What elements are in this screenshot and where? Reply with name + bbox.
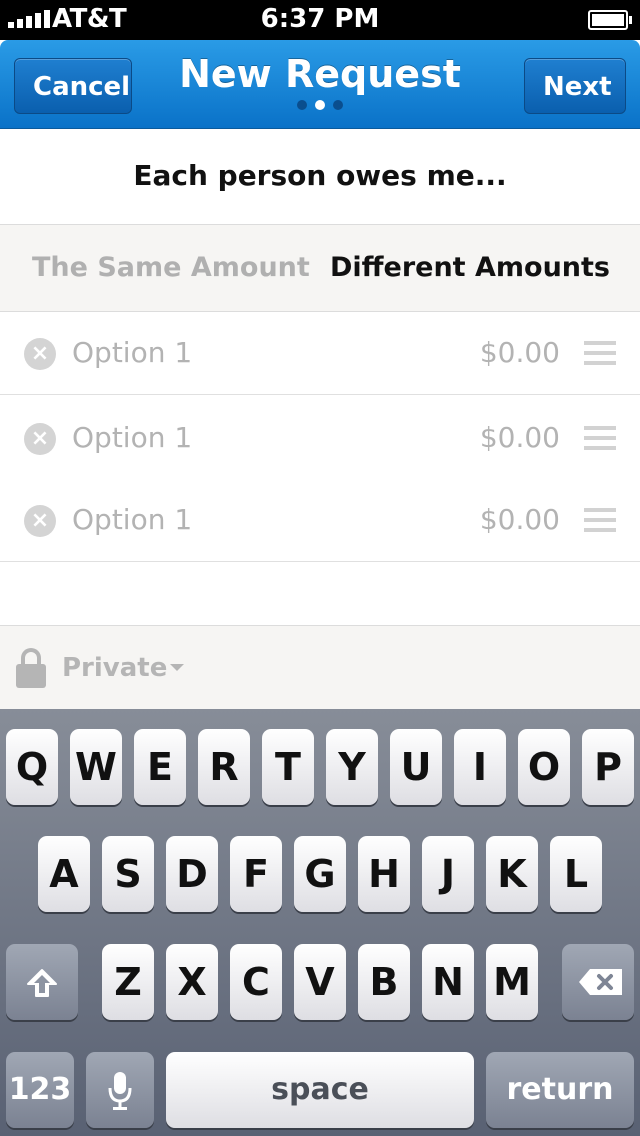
option-row: × Option 1 $0.00	[0, 479, 640, 562]
key-d[interactable]: D	[166, 836, 218, 912]
key-v[interactable]: V	[294, 944, 346, 1020]
key-s[interactable]: S	[102, 836, 154, 912]
privacy-dropdown[interactable]: Private	[62, 626, 167, 710]
lock-icon	[16, 648, 46, 688]
chevron-down-icon[interactable]	[170, 664, 184, 671]
remove-icon[interactable]: ×	[24, 505, 56, 537]
page-dot	[297, 100, 307, 110]
key-k[interactable]: K	[486, 836, 538, 912]
option-amount-input[interactable]: $0.00	[480, 312, 560, 394]
option-amount-input[interactable]: $0.00	[480, 397, 560, 479]
remove-icon[interactable]: ×	[24, 338, 56, 370]
option-name-input[interactable]: Option 1	[72, 397, 192, 479]
key-t[interactable]: T	[262, 729, 314, 805]
drag-handle-icon[interactable]	[584, 341, 616, 365]
key-n[interactable]: N	[422, 944, 474, 1020]
battery-icon	[588, 10, 632, 30]
drag-handle-icon[interactable]	[584, 508, 616, 532]
option-name-input[interactable]: Option 1	[72, 312, 192, 394]
key-z[interactable]: Z	[102, 944, 154, 1020]
segment-same-amount[interactable]: The Same Amount	[32, 225, 310, 311]
microphone-key[interactable]	[86, 1052, 154, 1128]
keyboard: Q W E R T Y U I O P A S D F G H J K L Z …	[0, 709, 640, 1136]
shift-key[interactable]	[6, 944, 78, 1020]
key-h[interactable]: H	[358, 836, 410, 912]
delete-key[interactable]	[562, 944, 634, 1020]
key-m[interactable]: M	[486, 944, 538, 1020]
space-key[interactable]: space	[166, 1052, 474, 1128]
key-i[interactable]: I	[454, 729, 506, 805]
remove-icon[interactable]: ×	[24, 423, 56, 455]
next-button[interactable]: Next	[524, 58, 626, 114]
key-j[interactable]: J	[422, 836, 474, 912]
key-q[interactable]: Q	[6, 729, 58, 805]
key-y[interactable]: Y	[326, 729, 378, 805]
numbers-key[interactable]: 123	[6, 1052, 74, 1128]
amount-mode-segment: The Same Amount Different Amounts	[0, 225, 640, 312]
privacy-bar: Private	[0, 625, 640, 710]
key-c[interactable]: C	[230, 944, 282, 1020]
option-row: × Option 1 $0.00	[0, 397, 640, 480]
key-e[interactable]: E	[134, 729, 186, 805]
delete-icon	[579, 969, 622, 995]
key-l[interactable]: L	[550, 836, 602, 912]
key-o[interactable]: O	[518, 729, 570, 805]
shift-icon	[27, 968, 57, 997]
key-f[interactable]: F	[230, 836, 282, 912]
return-key[interactable]: return	[486, 1052, 634, 1128]
option-amount-input[interactable]: $0.00	[480, 479, 560, 561]
segment-different-amounts[interactable]: Different Amounts	[330, 225, 610, 311]
navigation-bar: Cancel New Request Next	[0, 40, 640, 129]
key-g[interactable]: G	[294, 836, 346, 912]
clock: 6:37 PM	[260, 4, 380, 34]
status-bar: AT&T 6:37 PM	[0, 0, 640, 40]
page-dot	[333, 100, 343, 110]
drag-handle-icon[interactable]	[584, 426, 616, 450]
key-r[interactable]: R	[198, 729, 250, 805]
section-heading: Each person owes me...	[0, 128, 640, 225]
microphone-icon	[108, 1071, 132, 1110]
key-u[interactable]: U	[390, 729, 442, 805]
key-x[interactable]: X	[166, 944, 218, 1020]
page-dot-current	[315, 100, 325, 110]
key-p[interactable]: P	[582, 729, 634, 805]
key-b[interactable]: B	[358, 944, 410, 1020]
key-w[interactable]: W	[70, 729, 122, 805]
option-name-input[interactable]: Option 1	[72, 479, 192, 561]
key-a[interactable]: A	[38, 836, 90, 912]
option-row: × Option 1 $0.00	[0, 312, 640, 395]
